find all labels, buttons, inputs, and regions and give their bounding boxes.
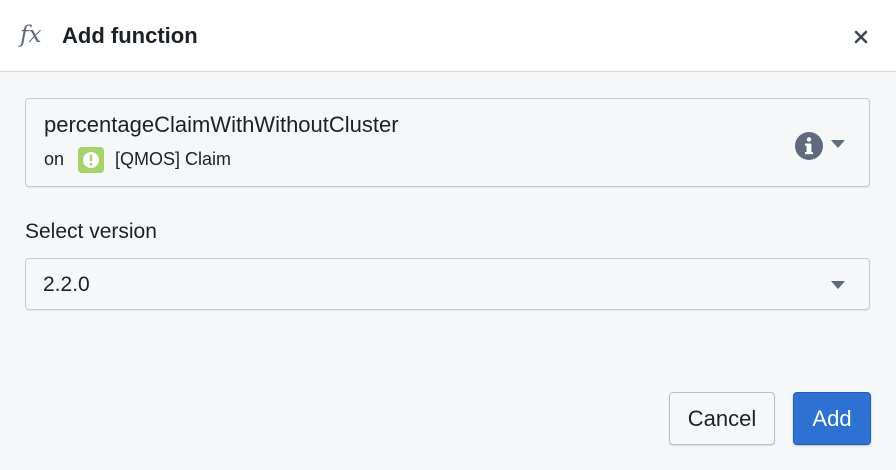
function-on-label: on (44, 149, 65, 169)
caret-down-icon (831, 281, 845, 289)
close-icon (854, 30, 868, 44)
close-button[interactable] (846, 22, 876, 52)
fx-icon: fx (20, 22, 42, 48)
info-icon[interactable] (794, 131, 824, 161)
add-button[interactable]: Add (793, 392, 871, 445)
add-function-dialog: fx Add function percentageClaimWithWitho… (0, 0, 896, 470)
cancel-button[interactable]: Cancel (669, 392, 775, 445)
caret-down-icon[interactable] (830, 138, 846, 150)
version-value: 2.2.0 (43, 273, 90, 296)
object-type-label: [QMOS] Claim (115, 149, 232, 169)
function-name: percentageClaimWithWithoutCluster (44, 112, 399, 137)
function-card[interactable]: percentageClaimWithWithoutCluster on [QM… (25, 98, 870, 187)
version-select[interactable]: 2.2.0 (25, 258, 870, 310)
warning-object-icon (78, 147, 104, 173)
select-version-label: Select version (25, 220, 157, 243)
dialog-title: Add function (62, 23, 198, 48)
dialog-header: fx Add function (0, 0, 896, 72)
